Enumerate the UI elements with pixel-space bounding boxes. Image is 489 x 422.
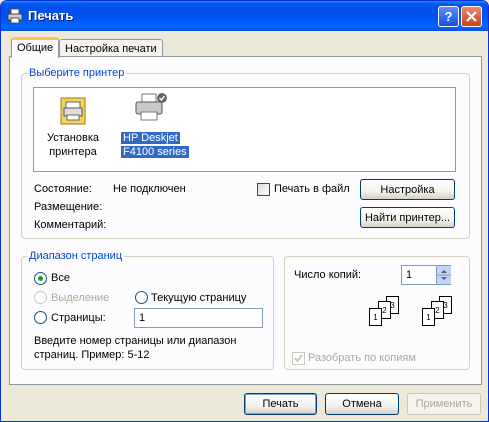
add-printer-icon [60,97,86,125]
tab-general[interactable]: Общие [11,37,60,58]
printer-item-label-selected: F4100 series [121,146,189,158]
title-bar[interactable]: Печать ? [1,1,488,31]
cancel-button[interactable]: Отмена [325,393,399,415]
radio-current-page-label[interactable]: Текущую страницу [151,292,246,304]
printer-item-label: Установка [47,132,99,144]
window-title: Печать [28,8,74,23]
radio-selection-label: Выделение [51,292,110,304]
preferences-button[interactable]: Настройка [360,179,455,200]
copies-spinner[interactable] [436,266,451,284]
help-icon: ? [444,9,453,24]
close-button[interactable] [461,6,482,27]
collate-checkbox [292,352,305,365]
pages-input[interactable]: 1 [134,308,263,328]
printer-item-label-selected: HP Deskjet [121,132,180,144]
comment-label: Комментарий: [34,219,107,231]
checkmark-icon [294,354,303,363]
range-hint: Введите номер страницы или диапазон [34,335,237,347]
status-label: Состояние: [34,183,92,195]
range-hint: страниц. Пример: 5-12 [34,349,150,361]
page-range-legend: Диапазон страниц [29,250,123,262]
status-value: Не подключен [113,183,186,195]
copies-label: Число копий: [294,269,362,281]
find-printer-button[interactable]: Найти принтер... [360,207,455,228]
copy-page-icon: 1 [369,308,382,326]
printer-item-hp[interactable]: HP Deskjet F4100 series [118,92,189,164]
tab-label: Настройка печати [65,43,157,55]
location-label: Размещение: [34,201,103,213]
printer-item-add[interactable]: Установка принтера [40,94,106,164]
print-to-file-label[interactable]: Печать в файл [274,183,350,195]
radio-all-label[interactable]: Все [51,272,70,284]
apply-button: Применить [407,393,481,415]
copy-page-icon: 1 [422,308,435,326]
printer-icon [135,93,167,121]
collate-illustration: 3 2 1 3 2 1 [361,296,461,332]
radio-selection [34,291,47,304]
printer-icon [7,8,23,24]
spinner-arrows-icon [437,270,451,280]
print-dialog: Печать ? Общие Настройка печати Выберите… [0,0,489,422]
radio-pages[interactable] [34,311,47,324]
collate-label: Разобрать по копиям [308,352,416,364]
printer-item-label: принтера [49,146,97,158]
printer-list[interactable]: Установка принтера HP Deskjet F4100 seri… [33,87,456,172]
radio-selected-dot [38,276,43,281]
print-to-file-checkbox[interactable] [257,183,270,196]
help-button[interactable]: ? [438,6,459,27]
printer-group-legend: Выберите принтер [29,67,125,79]
radio-current-page[interactable] [135,291,148,304]
radio-pages-label[interactable]: Страницы: [51,312,106,324]
radio-all[interactable] [34,272,47,285]
print-button[interactable]: Печать [244,393,317,415]
tab-label: Общие [17,42,54,54]
close-icon [466,11,477,22]
